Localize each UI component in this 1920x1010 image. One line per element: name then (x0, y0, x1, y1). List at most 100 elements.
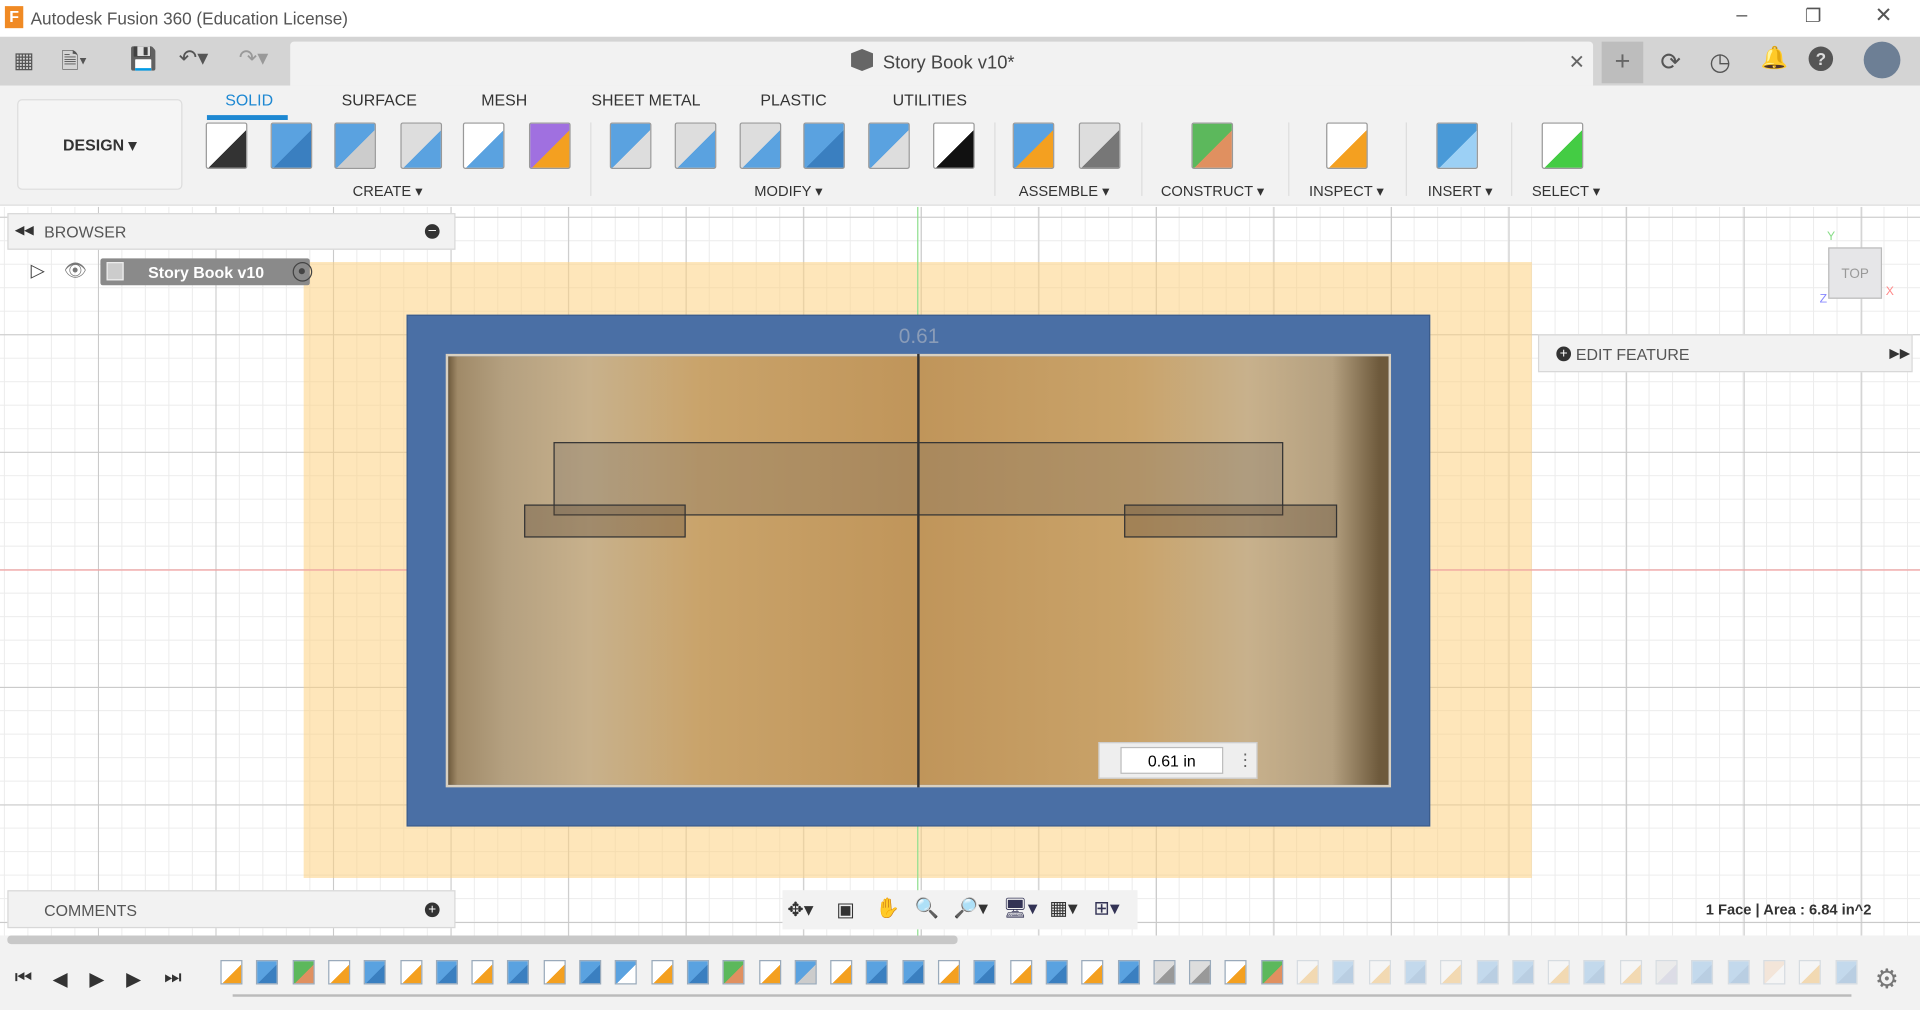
create-form-icon[interactable] (528, 122, 571, 169)
offset-face-icon[interactable] (868, 122, 910, 169)
timeline-scrollbar[interactable] (7, 935, 958, 945)
grid-apps-icon[interactable]: ▦ (13, 48, 34, 74)
timeline-extrude-icon[interactable] (1404, 960, 1427, 985)
timeline-extrude-icon[interactable] (256, 960, 279, 985)
timeline-extrude-icon[interactable] (1727, 960, 1750, 985)
timeline-extrude-icon[interactable] (866, 960, 889, 985)
group-create-menu[interactable]: CREATE ▾ (353, 182, 423, 199)
orbit-icon[interactable]: ✥▾ (787, 898, 813, 922)
joint-icon[interactable] (1078, 122, 1121, 169)
timeline-fillet-icon[interactable] (1189, 960, 1212, 985)
measure-icon[interactable] (1326, 122, 1368, 169)
timeline-sketch-icon[interactable] (1081, 960, 1104, 985)
timeline-sketch-icon[interactable] (471, 960, 494, 985)
add-comment-icon[interactable]: + (424, 902, 440, 918)
group-modify-menu[interactable]: MODIFY ▾ (754, 182, 822, 199)
timeline-sketch-icon[interactable] (1368, 960, 1391, 985)
display-settings-icon[interactable]: 🖥▾ (1003, 896, 1038, 920)
avatar[interactable] (1863, 41, 1901, 79)
timeline-sketch-icon[interactable] (1440, 960, 1463, 985)
viewports-icon[interactable]: ⊞▾ (1093, 896, 1119, 920)
hole-icon[interactable] (400, 122, 443, 169)
timeline-extrude-icon[interactable] (1583, 960, 1606, 985)
activate-radio-icon[interactable] (292, 262, 313, 282)
minus-icon[interactable]: – (424, 223, 440, 239)
group-select-menu[interactable]: SELECT ▾ (1532, 182, 1600, 199)
visibility-eye-icon[interactable]: 👁 (64, 260, 87, 282)
root-label-box[interactable]: Story Book v10 (100, 258, 310, 286)
timeline-joint-icon[interactable] (1655, 960, 1678, 985)
timeline-extrude-icon[interactable] (1691, 960, 1714, 985)
select-window-icon[interactable] (1541, 122, 1584, 169)
go-to-end-icon[interactable]: ⏭ (164, 967, 182, 989)
file-icon[interactable]: 🗎▾ (61, 47, 87, 84)
timeline-sketch-icon[interactable] (937, 960, 961, 985)
more-options-icon[interactable]: ⋮ (1237, 749, 1254, 770)
group-construct-menu[interactable]: CONSTRUCT ▾ (1161, 182, 1264, 199)
undo-icon[interactable]: ↶▾ (179, 45, 209, 71)
minimize-icon[interactable]: – (1736, 5, 1747, 27)
workspace-switcher[interactable]: DESIGN ▾ (17, 99, 183, 190)
canvas-viewport[interactable]: 0.61 ⋮ TOP Y X Z + EDIT FEATURE ▶▶ ◀◀ BR… (0, 206, 1920, 936)
timeline-sketch-icon[interactable] (1009, 960, 1032, 985)
tab-plastic[interactable]: PLASTIC (760, 91, 826, 109)
timeline-plane-icon[interactable] (1260, 960, 1283, 985)
viewcube[interactable]: TOP (1828, 247, 1883, 299)
play-icon[interactable]: ▶ (89, 967, 104, 991)
tab-utilities[interactable]: UTILITIES (893, 91, 967, 109)
revolve-icon[interactable] (334, 122, 376, 169)
timeline-settings-gear-icon[interactable]: ⚙ (1875, 964, 1899, 996)
shell-icon[interactable] (739, 122, 782, 169)
dimension-input[interactable] (1120, 746, 1224, 774)
new-component-icon[interactable] (1012, 122, 1055, 169)
document-tab[interactable]: Story Book v10* ✕ (290, 41, 1594, 86)
tab-surface[interactable]: SURFACE (342, 91, 417, 109)
group-insert-menu[interactable]: INSERT ▾ (1428, 182, 1493, 199)
insert-image-icon[interactable] (1436, 122, 1478, 169)
timeline-fillet-icon[interactable] (1153, 960, 1176, 985)
timeline-mirror-icon[interactable] (615, 960, 638, 985)
fillet-icon[interactable] (674, 122, 717, 169)
timeline-plane-icon[interactable] (292, 960, 315, 985)
zoom-window-icon[interactable]: 🔎▾ (954, 896, 988, 920)
tab-solid[interactable]: SOLID (225, 91, 273, 109)
go-to-start-icon[interactable]: ⏮ (15, 967, 33, 989)
bell-icon[interactable]: 🔔 (1761, 45, 1788, 71)
extrude-icon[interactable] (270, 122, 313, 169)
timeline-revolve-icon[interactable] (794, 960, 817, 985)
timeline-plane-icon[interactable] (722, 960, 745, 985)
press-pull-icon[interactable] (609, 122, 652, 169)
move-icon[interactable] (933, 122, 975, 169)
timeline-sketch-icon[interactable] (650, 960, 673, 985)
tab-mesh[interactable]: MESH (481, 91, 527, 109)
combine-icon[interactable] (803, 122, 845, 169)
timeline-extrude-icon[interactable] (1045, 960, 1068, 985)
pan-hand-icon[interactable]: ✋ (876, 896, 900, 920)
grid-settings-icon[interactable]: ▦▾ (1049, 896, 1077, 920)
job-status-icon[interactable]: ◷ (1709, 47, 1730, 78)
timeline-sketch-icon[interactable] (543, 960, 566, 985)
group-inspect-menu[interactable]: INSPECT ▾ (1309, 182, 1384, 199)
create-sketch-icon[interactable] (205, 122, 248, 169)
save-icon[interactable]: 💾 (130, 47, 157, 73)
expand-arrow-icon[interactable]: ▷ (31, 260, 45, 282)
step-forward-icon[interactable]: ▶ (126, 967, 141, 991)
zoom-icon[interactable]: 🔍 (915, 896, 939, 920)
timeline-sketch-icon[interactable] (399, 960, 422, 985)
timeline-sketch-icon[interactable] (220, 960, 243, 985)
timeline-sketch-icon[interactable] (1224, 960, 1248, 985)
timeline-extrude-icon[interactable] (1476, 960, 1499, 985)
timeline-extrude-icon[interactable] (435, 960, 458, 985)
timeline-sketch-icon[interactable] (758, 960, 781, 985)
pattern-icon[interactable] (462, 122, 505, 169)
offset-plane-icon[interactable] (1191, 122, 1234, 169)
timeline-sketch-icon[interactable] (328, 960, 351, 985)
timeline-sketch-icon[interactable] (1296, 960, 1319, 985)
help-icon[interactable]: ? (1808, 46, 1834, 72)
timeline-extrude-icon[interactable] (1332, 960, 1355, 985)
timeline-extrude-icon[interactable] (686, 960, 709, 985)
group-assemble-menu[interactable]: ASSEMBLE ▾ (1019, 182, 1110, 199)
restore-icon[interactable]: ❐ (1805, 5, 1821, 27)
close-icon[interactable]: ✕ (1875, 4, 1892, 28)
timeline-extrude-icon[interactable] (1117, 960, 1140, 985)
